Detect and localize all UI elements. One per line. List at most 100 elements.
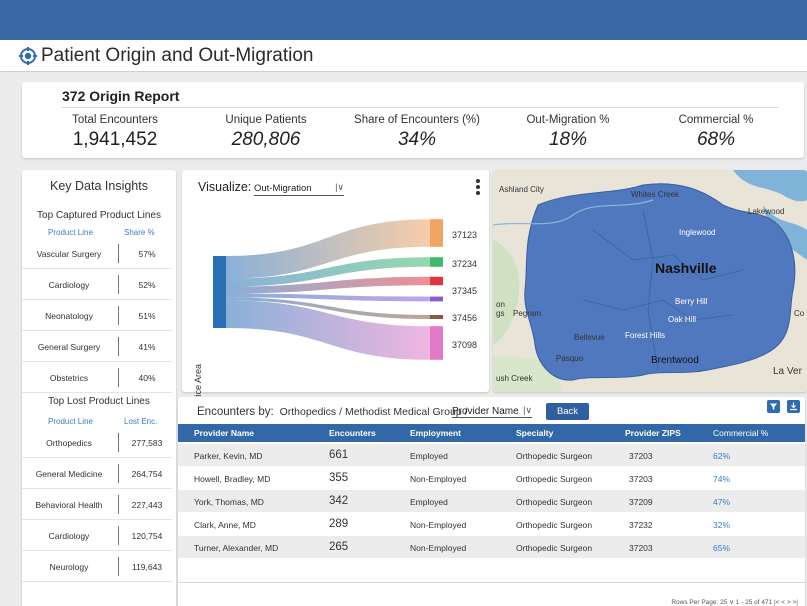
col-provider-name[interactable]: Provider Name — [194, 428, 254, 438]
divider — [118, 464, 119, 483]
table-row[interactable]: Turner, Alexander, MD 265 Non-Employed O… — [178, 536, 805, 558]
share-value: 52% — [138, 280, 156, 290]
captured-row[interactable]: General Surgery 41% — [22, 331, 172, 362]
visualize-select[interactable]: Out-Migration |∨ — [254, 182, 344, 196]
cell-specialty: Orthopedic Surgeon — [516, 497, 593, 507]
lost-row[interactable]: General Medicine 264,754 — [22, 458, 172, 489]
captured-row[interactable]: Cardiology 52% — [22, 269, 172, 300]
col-employment[interactable]: Employment — [410, 428, 461, 438]
report-title: 372 Origin Report — [62, 88, 180, 104]
target-logo-icon — [19, 47, 37, 65]
zip-label: 37123 — [452, 230, 478, 240]
share-value: 51% — [138, 311, 156, 321]
back-button[interactable]: Back — [546, 403, 589, 420]
pagination-controls[interactable]: Rows Per Page: 25 ∨ 1 - 25 of 471 |< < >… — [671, 598, 798, 606]
table-row[interactable]: York, Thomas, MD 342 Employed Orthopedic… — [178, 490, 805, 512]
lost-row[interactable]: Neurology 119,643 — [22, 551, 172, 582]
divider — [118, 526, 119, 545]
cell-commercial: 62% — [713, 451, 731, 461]
map-label: Bellevue — [574, 333, 605, 342]
sankey-source-node[interactable] — [213, 256, 226, 328]
kpi-value: 18% — [548, 129, 588, 150]
kpi-share-of-encounters: Share of Encounters (%) 34% — [337, 114, 497, 151]
origin-report-card: 372 Origin Report Total Encounters 1,941… — [22, 82, 804, 158]
captured-col-product-line: Product Line — [48, 228, 93, 237]
cell-specialty: Orthopedic Surgeon — [516, 451, 593, 461]
sankey-target-node[interactable] — [430, 326, 443, 360]
map-label: La Ver — [773, 366, 802, 377]
sankey-target-node[interactable] — [430, 276, 443, 286]
product-line-name: Neonatology — [45, 311, 93, 321]
product-line-name: Cardiology — [48, 280, 90, 290]
col-provider-zips[interactable]: Provider ZIPS — [625, 428, 681, 438]
divider — [118, 275, 119, 294]
product-line-name: Neurology — [49, 562, 89, 572]
sankey-target-node[interactable] — [430, 296, 443, 302]
cell-employment: Employed — [410, 451, 448, 461]
zip-label: 37345 — [452, 286, 478, 296]
table-row[interactable]: Howell, Bradley, MD 355 Non-Employed Ort… — [178, 467, 805, 489]
divider — [118, 557, 119, 576]
map-label: Brentwood — [651, 355, 699, 366]
share-value: 57% — [138, 249, 156, 259]
sankey-target-node[interactable] — [430, 219, 443, 247]
product-line-name: Vascular Surgery — [36, 249, 102, 259]
map-label: Berry Hill — [675, 297, 708, 306]
providers-table-panel: Encounters by: Orthopedics / Methodist M… — [178, 397, 805, 606]
provider-name-select-value: Provider Name — [452, 406, 519, 417]
table-row[interactable]: Clark, Anne, MD 289 Non-Employed Orthope… — [178, 513, 805, 535]
map-label: Ashland City — [499, 185, 544, 194]
cell-zip: 37209 — [629, 497, 653, 507]
kpi-total-encounters: Total Encounters 1,941,452 — [35, 114, 195, 151]
divider — [118, 368, 119, 387]
product-line-name: Behavioral Health — [35, 500, 103, 510]
map-canvas — [493, 170, 807, 392]
lost-row[interactable]: Orthopedics 277,583 — [22, 427, 172, 458]
cell-encounters: 355 — [329, 472, 349, 484]
divider — [118, 244, 119, 263]
kpi-value: 280,806 — [231, 129, 301, 150]
sankey-diagram — [213, 219, 443, 360]
cell-provider: Parker, Kevin, MD — [194, 451, 263, 461]
divider — [118, 306, 119, 325]
kpi-label: Out-Migration % — [526, 114, 610, 126]
cell-zip: 37203 — [629, 543, 653, 553]
breadcrumb-methodist[interactable]: Methodist Medical Group — [345, 406, 462, 418]
lost-row[interactable]: Cardiology 120,754 — [22, 520, 172, 551]
visualize-label: Visualize: — [198, 180, 252, 194]
cell-encounters: 289 — [329, 518, 349, 530]
lost-row[interactable]: Behavioral Health 227,443 — [22, 489, 172, 520]
col-commercial[interactable]: Commercial % — [713, 428, 768, 438]
captured-row[interactable]: Neonatology 51% — [22, 300, 172, 331]
cell-encounters: 661 — [329, 449, 349, 461]
breadcrumb-orthopedics[interactable]: Orthopedics — [280, 406, 337, 418]
table-row[interactable]: Parker, Kevin, MD 661 Employed Orthopedi… — [178, 444, 805, 466]
col-encounters[interactable]: Encounters — [329, 428, 376, 438]
sankey-target-node[interactable] — [430, 257, 443, 267]
captured-row[interactable]: Vascular Surgery 57% — [22, 238, 172, 269]
captured-row[interactable]: Obstetrics 40% — [22, 362, 172, 393]
key-data-insights-panel: Key Data Insights Top Captured Product L… — [22, 170, 176, 606]
lost-value: 277,583 — [131, 438, 163, 448]
col-specialty[interactable]: Specialty — [516, 428, 553, 438]
lost-value: 227,443 — [131, 500, 163, 510]
cell-specialty: Orthopedic Surgeon — [516, 474, 593, 484]
sankey-target-node[interactable] — [430, 315, 443, 319]
captured-col-share: Share % — [124, 228, 155, 237]
cell-zip: 37203 — [629, 474, 653, 484]
cell-commercial: 32% — [713, 520, 731, 530]
provider-name-select[interactable]: Provider Name |∨ — [452, 405, 532, 418]
map-label: Co — [794, 309, 805, 318]
map-panel[interactable]: Ashland City Whites Creek Lakewood Ingle… — [493, 170, 807, 392]
visualize-select-value: Out-Migration — [254, 183, 312, 194]
filter-icon[interactable] — [767, 400, 780, 413]
kpi-value: 68% — [696, 129, 736, 150]
cell-provider: Clark, Anne, MD — [194, 520, 256, 530]
download-icon[interactable] — [787, 400, 800, 413]
more-options-icon[interactable] — [476, 179, 480, 197]
zip-label: 37098 — [452, 340, 478, 350]
product-line-name: Cardiology — [48, 531, 90, 541]
product-line-name: General Surgery — [37, 342, 101, 352]
cell-employment: Employed — [410, 497, 448, 507]
cell-provider: Howell, Bradley, MD — [194, 474, 271, 484]
